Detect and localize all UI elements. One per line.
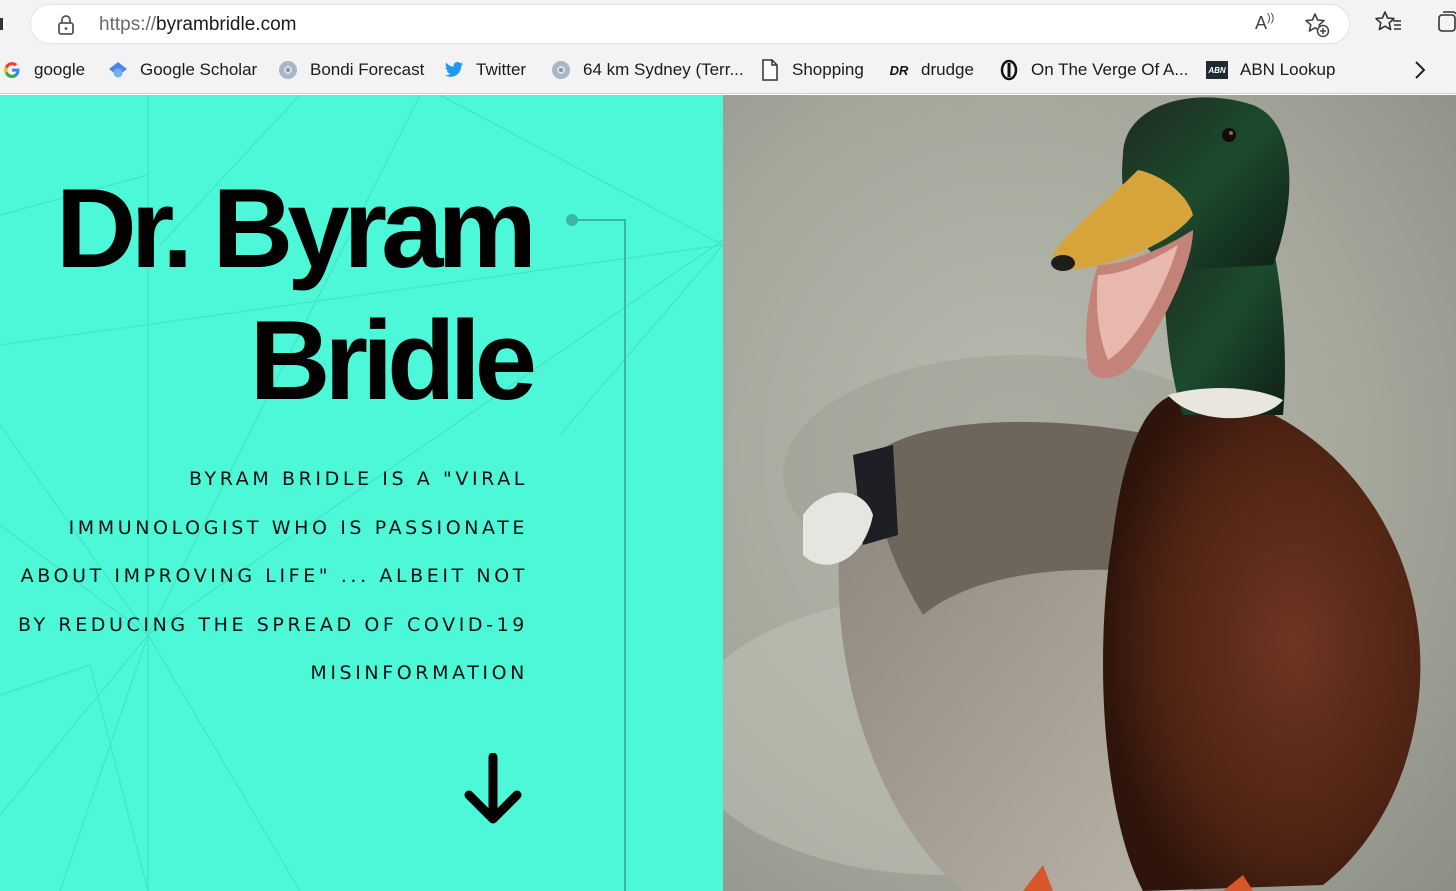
bookmark-google-scholar[interactable]: Google Scholar (108, 57, 257, 83)
read-aloud-label: A (1255, 13, 1268, 33)
bookmark-shopping[interactable]: Shopping (760, 57, 864, 83)
bookmark-label: Bondi Forecast (310, 60, 425, 79)
bookmark-label: Shopping (792, 60, 864, 79)
bookmark-label: Twitter (476, 60, 527, 79)
subtitle-line: ABOUT IMPROVING LIFE" ... ALBEIT NOT (20, 565, 528, 587)
globe-icon (551, 60, 571, 80)
twitter-icon (444, 60, 464, 80)
subtitle-line: IMMUNOLOGIST WHO IS PASSIONATE (68, 516, 528, 539)
lock-icon[interactable] (57, 15, 75, 35)
bookmark-on-the-verge[interactable]: On The Verge Of A... (999, 57, 1189, 83)
title-line-2: Bridle (249, 298, 537, 423)
favorites-icon[interactable] (1374, 10, 1402, 36)
bookmark-abn-lookup[interactable]: ABN ABN Lookup (1206, 57, 1335, 83)
bookmark-label: 64 km Sydney (Terr... (583, 60, 744, 79)
bookmark-label: ABN Lookup (1240, 60, 1336, 79)
accent-line-vertical (624, 220, 626, 891)
accent-line-horizontal (572, 219, 626, 221)
chevron-right-icon[interactable] (1410, 58, 1430, 82)
page-content: Dr. Byram Bridle BYRAM BRIDLE IS A "VIRA… (0, 95, 1456, 891)
bookmark-google[interactable]: google (2, 57, 85, 83)
bookmark-twitter[interactable]: Twitter (444, 57, 526, 83)
bookmark-drudge[interactable]: DR drudge (889, 57, 974, 83)
duck-illustration (723, 95, 1456, 891)
drudge-icon: DR (889, 62, 909, 78)
window-edge (0, 18, 3, 30)
abn-icon: ABN (1206, 61, 1228, 79)
title-line-1: Dr. Byram (55, 166, 537, 291)
bookmark-label: google (34, 60, 86, 79)
hero-panel: Dr. Byram Bridle BYRAM BRIDLE IS A "VIRA… (0, 95, 723, 891)
collections-icon[interactable] (1436, 10, 1456, 36)
bookmark-64km-sydney[interactable]: 64 km Sydney (Terr... (551, 57, 744, 83)
subtitle-line: MISINFORMATION (310, 662, 528, 684)
page-title: Dr. Byram Bridle (0, 163, 537, 427)
google-icon (2, 60, 22, 80)
scholar-icon (108, 60, 128, 80)
add-favorite-icon[interactable] (1304, 12, 1330, 38)
bookmark-label: drudge (921, 60, 974, 79)
globe-icon (278, 60, 298, 80)
bookmark-label: On The Verge Of A... (1031, 60, 1189, 79)
url-scheme: https:// (99, 14, 157, 35)
hero-subtitle: BYRAM BRIDLE IS A "VIRAL IMMUNOLOGIST WH… (8, 455, 528, 698)
bookmark-label: Google Scholar (140, 60, 258, 79)
subtitle-line: BYRAM BRIDLE IS A "VIRAL (188, 468, 528, 490)
url-text[interactable]: https://byrambridle.com (99, 14, 296, 36)
accent-dot (566, 214, 578, 226)
url-host: byrambridle.com (156, 14, 297, 35)
page-icon (760, 59, 780, 81)
subtitle-line: BY REDUCING THE SPREAD OF COVID-19 (17, 613, 528, 636)
browser-toolbar: https://byrambridle.com A)) (0, 0, 1456, 46)
bookmark-bondi-forecast[interactable]: Bondi Forecast (278, 57, 424, 83)
read-aloud-icon[interactable]: A)) (1255, 12, 1274, 34)
mallard-duck-photo (723, 95, 1456, 891)
verge-icon (999, 59, 1019, 81)
bookmarks-bar: google Google Scholar Bondi Forecast Twi… (0, 46, 1456, 94)
arrow-down-icon[interactable] (463, 753, 523, 827)
address-bar[interactable]: https://byrambridle.com A)) (30, 4, 1350, 44)
